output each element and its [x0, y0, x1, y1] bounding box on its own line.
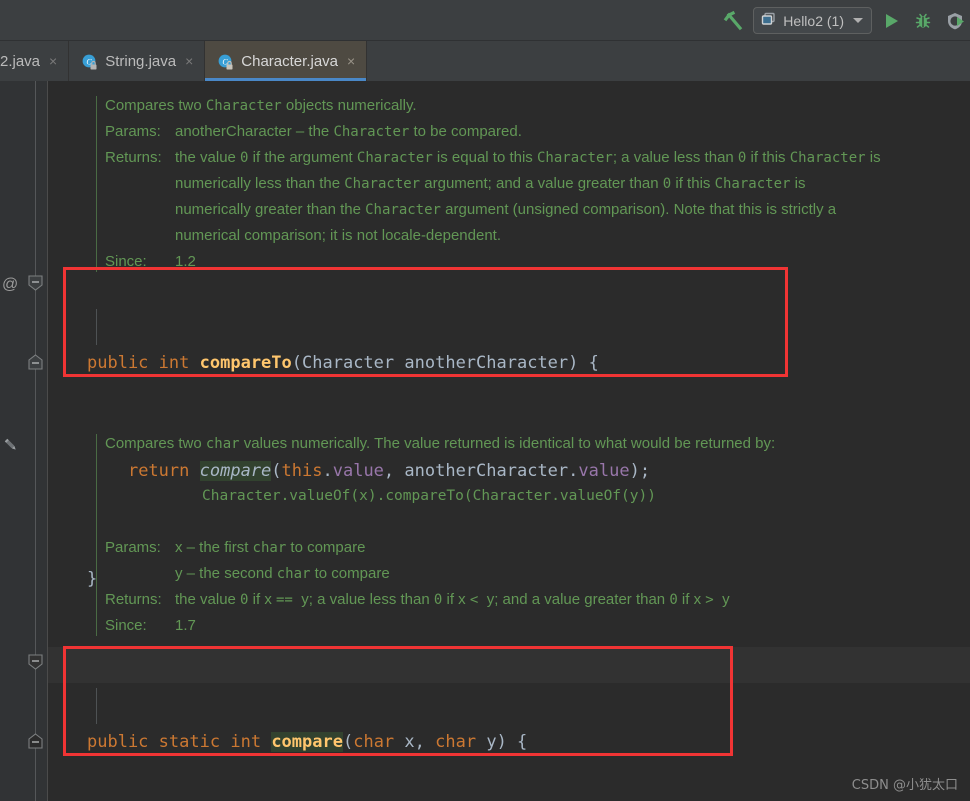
fold-marker-collapse-2[interactable]: [27, 654, 44, 670]
code-line-1: public static int compare(char x, char y…: [87, 732, 528, 752]
javadoc-returns-label: Returns:: [105, 591, 162, 608]
javadoc-param-y-row: y – the second char to compare: [105, 561, 895, 587]
pencil-icon[interactable]: [2, 436, 20, 454]
javadoc-since-row-1: Since: 1.2: [105, 249, 885, 275]
gutter-divider-line: [35, 81, 36, 801]
tab-label: Character.java: [241, 52, 338, 70]
javadoc-params-row-2: Params: x – the first char to compare: [105, 535, 895, 561]
fold-marker-end-2[interactable]: [27, 733, 44, 749]
main-toolbar: Hello2 (1): [0, 0, 970, 41]
javadoc-params-label: Params:: [105, 123, 161, 140]
run-configuration-name: Hello2 (1): [783, 12, 844, 29]
javadoc-summary-1: Compares two Character objects numerical…: [105, 97, 417, 114]
debug-bug-icon[interactable]: [910, 8, 936, 34]
javadoc-summary-2: Compares two char values numerically. Th…: [105, 435, 776, 452]
run-with-coverage-icon[interactable]: [942, 8, 968, 34]
javadoc-since-label: Since:: [105, 617, 147, 634]
javadoc-left-rule: [96, 434, 97, 636]
javadoc-since-label: Since:: [105, 253, 147, 270]
code-line-1: public int compareTo(Character anotherCh…: [87, 353, 599, 373]
chevron-down-icon[interactable]: [853, 18, 863, 23]
run-configuration-selector[interactable]: Hello2 (1): [753, 7, 872, 34]
close-icon[interactable]: ×: [347, 54, 355, 68]
javadoc-param-x: x – the first char to compare: [175, 539, 366, 556]
toolbar-right-group: Hello2 (1): [721, 0, 970, 41]
indent-guide-2: [96, 688, 97, 724]
javadoc-param-y: y – the second char to compare: [175, 565, 390, 582]
code-block-compare[interactable]: public static int compare(char x, char y…: [87, 652, 527, 801]
javadoc-since-value: 1.7: [175, 617, 196, 634]
watermark-text: CSDN @小犹太口: [851, 778, 958, 793]
tab-character-java[interactable]: C Character.java ×: [205, 41, 368, 81]
hammer-icon[interactable]: [721, 8, 747, 34]
tab-hello2-java[interactable]: 2.java ×: [0, 41, 70, 81]
editor-gutter[interactable]: @: [0, 81, 48, 801]
javadoc-code-sample: Character.valueOf(x).compareTo(Character…: [202, 488, 656, 504]
javadoc-since-row-2: Since: 1.7: [105, 613, 895, 639]
java-class-icon: C: [217, 53, 234, 70]
close-icon[interactable]: ×: [185, 54, 193, 68]
javadoc-returns-value: the value 0 if x == y; a value less than…: [175, 591, 730, 608]
javadoc-params-label: Params:: [105, 539, 161, 556]
javadoc-returns-row-1: Returns: the value 0 if the argument Cha…: [105, 145, 885, 249]
javadoc-block-1: Compares two Character objects numerical…: [96, 93, 885, 275]
application-window-icon: [761, 12, 776, 30]
override-method-icon[interactable]: @: [2, 277, 18, 293]
javadoc-spacer-2: [105, 509, 895, 535]
javadoc-since-value: 1.2: [175, 253, 196, 270]
code-editor[interactable]: @ Compares two Character objects numeric…: [0, 81, 970, 801]
javadoc-returns-row-2: Returns: the value 0 if x == y; a value …: [105, 587, 895, 613]
javadoc-spacer: [105, 457, 895, 483]
run-icon[interactable]: [878, 8, 904, 34]
idea-editor-window: Hello2 (1) 2.java × C String.java × C Ch…: [0, 0, 970, 801]
fold-marker-end-1[interactable]: [27, 354, 44, 370]
javadoc-block-2: Compares two char values numerically. Th…: [96, 431, 895, 639]
java-class-icon: C: [81, 53, 98, 70]
javadoc-returns-value: the value 0 if the argument Character is…: [175, 149, 881, 244]
tab-label: String.java: [105, 52, 177, 70]
javadoc-params-row-1: Params: anotherCharacter – the Character…: [105, 119, 885, 145]
javadoc-returns-label: Returns:: [105, 149, 162, 166]
javadoc-params-spacer: [105, 561, 175, 587]
javadoc-params-value: anotherCharacter – the Character to be c…: [175, 123, 522, 140]
tab-string-java[interactable]: C String.java ×: [69, 41, 206, 81]
editor-content[interactable]: Compares two Character objects numerical…: [47, 81, 970, 801]
close-icon[interactable]: ×: [49, 54, 57, 68]
indent-guide-1: [96, 309, 97, 345]
tab-label: 2.java: [0, 52, 41, 70]
fold-marker-collapse-1[interactable]: [27, 275, 44, 291]
javadoc-left-rule: [96, 96, 97, 272]
editor-tab-bar: 2.java × C String.java × C Character.jav…: [0, 41, 970, 81]
